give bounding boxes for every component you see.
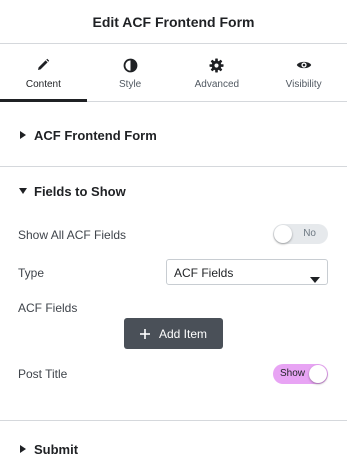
acf-fields-label: ACF Fields [18, 301, 78, 315]
add-item-label: Add Item [158, 326, 208, 341]
add-item-button[interactable]: Add Item [124, 318, 223, 349]
eye-icon [296, 57, 312, 73]
section-title: ACF Frontend Form [34, 127, 157, 143]
toggle-knob [274, 225, 292, 243]
half-circle-icon [122, 57, 138, 73]
type-select-value: ACF Fields [174, 266, 234, 280]
tab-visibility[interactable]: Visibility [260, 44, 347, 101]
toggle-text: Show [280, 368, 306, 379]
section-submit-header[interactable]: Submit [0, 422, 347, 470]
panel-title: Edit ACF Frontend Form [92, 13, 255, 30]
tab-style-label: Style [119, 79, 142, 90]
pencil-icon [35, 57, 51, 73]
section-submit: Submit [0, 422, 347, 470]
section-fields-to-show: Fields to Show Show All ACF Fields No Ty… [0, 168, 347, 421]
caret-down-icon [18, 186, 28, 196]
tab-style[interactable]: Style [87, 44, 174, 101]
section-title: Submit [34, 441, 79, 457]
show-all-fields-toggle[interactable]: No [273, 224, 328, 244]
toggle-text: No [303, 228, 316, 239]
section-title: Fields to Show [34, 183, 126, 199]
chevron-down-icon [310, 270, 320, 283]
type-label: Type [18, 266, 45, 280]
caret-right-icon [18, 130, 28, 140]
toggle-knob [309, 365, 327, 383]
tab-advanced[interactable]: Advanced [174, 44, 261, 101]
section-fields-to-show-header[interactable]: Fields to Show [0, 178, 126, 204]
section-acf-frontend-form-header[interactable]: ACF Frontend Form [0, 103, 347, 167]
post-title-label: Post Title [18, 367, 68, 381]
post-title-toggle[interactable]: Show [273, 364, 328, 384]
panel-header: Edit ACF Frontend Form [0, 0, 347, 44]
caret-right-icon [18, 444, 28, 454]
plus-icon [139, 328, 150, 339]
section-acf-frontend-form: ACF Frontend Form [0, 103, 347, 167]
tab-content[interactable]: Content [0, 44, 87, 102]
tab-bar: Content Style Advanced Visibility [0, 44, 347, 102]
tab-visibility-label: Visibility [285, 79, 322, 90]
type-select[interactable]: ACF Fields [166, 259, 328, 285]
show-all-fields-label: Show All ACF Fields [18, 228, 127, 242]
tab-content-label: Content [25, 79, 61, 90]
gear-icon [209, 57, 225, 73]
tab-advanced-label: Advanced [194, 79, 240, 90]
